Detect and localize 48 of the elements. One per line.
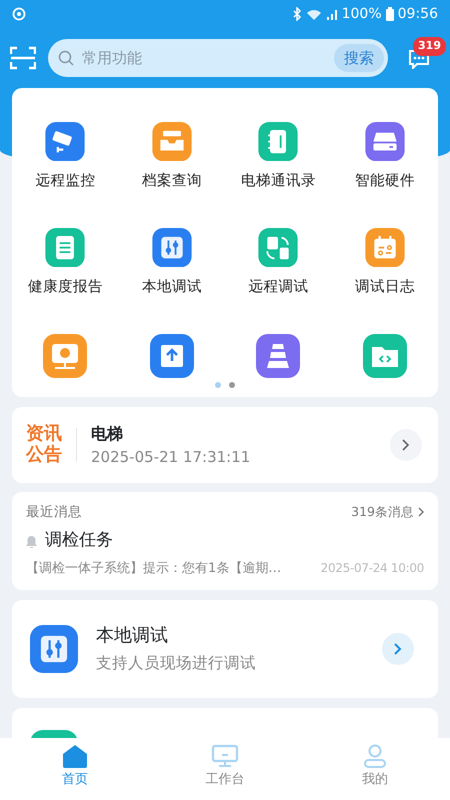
- wifi-icon: [306, 8, 322, 20]
- bell-icon: [26, 534, 37, 548]
- monitor-icon: [211, 744, 239, 768]
- tab[interactable]: 工作台: [150, 738, 300, 800]
- message-preview: 【调检一体子系统】提示：您有1条【逾期…: [26, 560, 282, 578]
- tab[interactable]: 我的: [300, 738, 450, 800]
- tag-label: 公告: [26, 445, 62, 466]
- chevron-icon: [394, 643, 402, 655]
- shortcut-item[interactable]: 电梯通讯录: [225, 88, 332, 194]
- feature-subtitle: 支持人员现场进行调试: [96, 653, 257, 674]
- message-time: 2025-07-24 10:00: [320, 560, 424, 577]
- user-icon: [363, 744, 387, 768]
- shortcut-item[interactable]: 远程监控: [12, 88, 118, 194]
- shortcut-item[interactable]: 健康度报告: [12, 194, 118, 300]
- notification-count: 319: [413, 37, 446, 56]
- shortcut-item[interactable]: 本地调试: [118, 194, 225, 300]
- message-count-link[interactable]: 319条消息: [351, 502, 424, 522]
- upload-icon[interactable]: [150, 334, 194, 378]
- feature-card[interactable]: [12, 708, 438, 738]
- app-status-icon: [12, 7, 26, 21]
- shortcut-item[interactable]: 档案查询: [118, 88, 225, 194]
- announcement-card[interactable]: 资讯 公告 电梯 2025-05-21 17:31:11: [12, 407, 438, 483]
- layers-icon[interactable]: [256, 334, 300, 378]
- announcement-time: 2025-05-21 17:31:11: [91, 446, 252, 468]
- shortcut-item[interactable]: 智能硬件: [332, 88, 438, 194]
- scan-icon: [10, 46, 36, 70]
- bluetooth-icon: [292, 7, 302, 21]
- chevron-button[interactable]: [382, 633, 414, 665]
- messages-button[interactable]: 319: [408, 37, 446, 70]
- monitor-icon[interactable]: [43, 334, 88, 378]
- home-icon: [62, 744, 88, 768]
- search-icon: [58, 50, 74, 66]
- shortcut-item[interactable]: 调试日志: [332, 194, 438, 300]
- signal-icon: [326, 8, 338, 20]
- folder-icon[interactable]: [362, 334, 407, 378]
- clock: 09:56: [398, 4, 438, 24]
- tag-label: 资讯: [26, 424, 62, 444]
- feature-title: 本地调试: [96, 624, 169, 648]
- scan-button[interactable]: [10, 46, 36, 70]
- message-title: 调检任务: [45, 529, 113, 552]
- announcement-title: 电梯: [91, 422, 124, 445]
- chevron-icon: [402, 439, 410, 451]
- feature-card[interactable]: 本地调试 支持人员现场进行调试: [12, 600, 438, 698]
- section-heading: 最近消息: [26, 503, 82, 522]
- battery-level: 100%: [342, 4, 382, 24]
- chevron-icon: [418, 507, 424, 518]
- shortcut-item[interactable]: 远程调试: [225, 194, 332, 300]
- chevron-button[interactable]: [390, 429, 422, 461]
